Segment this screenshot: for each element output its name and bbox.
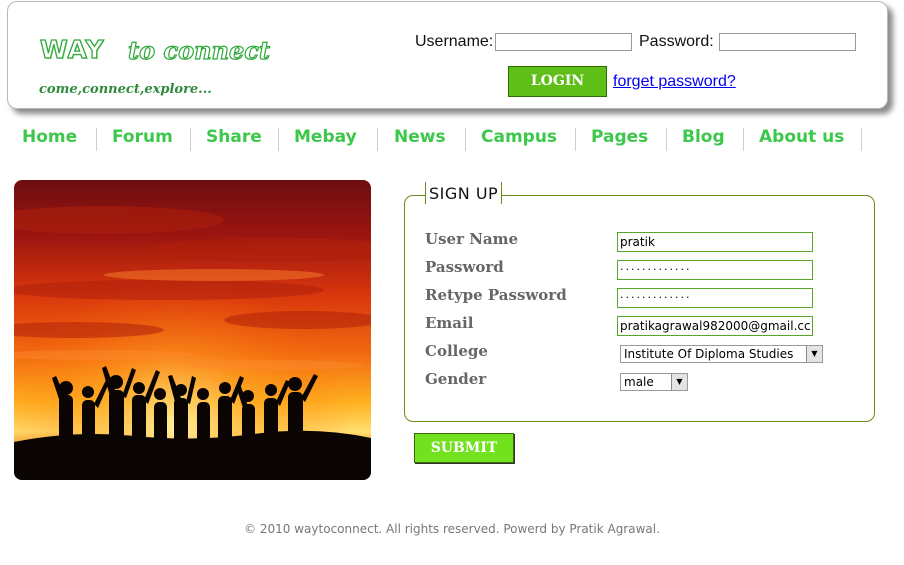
nav-home[interactable]: Home bbox=[22, 124, 77, 152]
nav-campus[interactable]: Campus bbox=[481, 124, 557, 152]
nav-divider bbox=[96, 128, 97, 151]
signup-legend: SIGN UP bbox=[425, 182, 503, 204]
nav-divider bbox=[377, 128, 378, 151]
username-input[interactable] bbox=[495, 33, 632, 51]
email-label: Email bbox=[425, 314, 474, 332]
nav-mebay[interactable]: Mebay bbox=[294, 124, 357, 152]
nav-news[interactable]: News bbox=[394, 124, 446, 152]
email-input[interactable]: pratikagrawal982000@gmail.cc bbox=[617, 316, 813, 336]
nav-blog[interactable]: Blog bbox=[682, 124, 725, 152]
chevron-down-icon[interactable]: ▼ bbox=[671, 374, 687, 390]
logo-way-text: WAY bbox=[39, 34, 105, 64]
college-select[interactable]: Institute Of Diploma Studies ▼ bbox=[620, 345, 823, 363]
submit-button[interactable]: SUBMIT bbox=[414, 433, 514, 463]
gender-label: Gender bbox=[425, 370, 487, 388]
nav-share[interactable]: Share bbox=[206, 124, 262, 152]
logo-to-connect-text: to connect bbox=[127, 35, 270, 65]
password-field-label: Password bbox=[425, 258, 504, 276]
nav-about-us[interactable]: About us bbox=[759, 124, 844, 152]
retype-password-label: Retype Password bbox=[425, 286, 567, 304]
tagline: come,connect,explore... bbox=[39, 82, 212, 97]
header-panel: WAY to connect come,connect,explore... U… bbox=[7, 1, 888, 109]
nav-pages[interactable]: Pages bbox=[591, 124, 648, 152]
nav-divider bbox=[278, 128, 279, 151]
nav-divider bbox=[465, 128, 466, 151]
forget-password-link[interactable]: forget password? bbox=[613, 73, 736, 91]
footer-copyright: © 2010 waytoconnect. All rights reserved… bbox=[244, 522, 660, 536]
college-label: College bbox=[425, 342, 488, 360]
password-label: Password: bbox=[639, 33, 714, 50]
nav-divider bbox=[666, 128, 667, 151]
main-nav: Home Forum Share Mebay News Campus Pages… bbox=[0, 124, 904, 152]
chevron-down-icon[interactable]: ▼ bbox=[806, 346, 822, 362]
nav-divider bbox=[743, 128, 744, 151]
username-label: Username: bbox=[415, 33, 494, 50]
password-field-input[interactable]: ············· bbox=[617, 260, 813, 280]
nav-forum[interactable]: Forum bbox=[112, 124, 173, 152]
nav-divider bbox=[861, 128, 862, 151]
hero-sunset-image bbox=[14, 180, 371, 480]
gender-select-value: male bbox=[624, 375, 654, 389]
password-input[interactable] bbox=[719, 33, 856, 51]
college-select-value: Institute Of Diploma Studies bbox=[624, 347, 794, 361]
gender-select[interactable]: male ▼ bbox=[620, 373, 688, 391]
retype-password-input[interactable]: ············· bbox=[617, 288, 813, 308]
nav-divider bbox=[575, 128, 576, 151]
user-name-input[interactable]: pratik bbox=[617, 232, 813, 252]
login-button[interactable]: LOGIN bbox=[508, 66, 607, 97]
nav-divider bbox=[190, 128, 191, 151]
user-name-label: User Name bbox=[425, 230, 519, 248]
